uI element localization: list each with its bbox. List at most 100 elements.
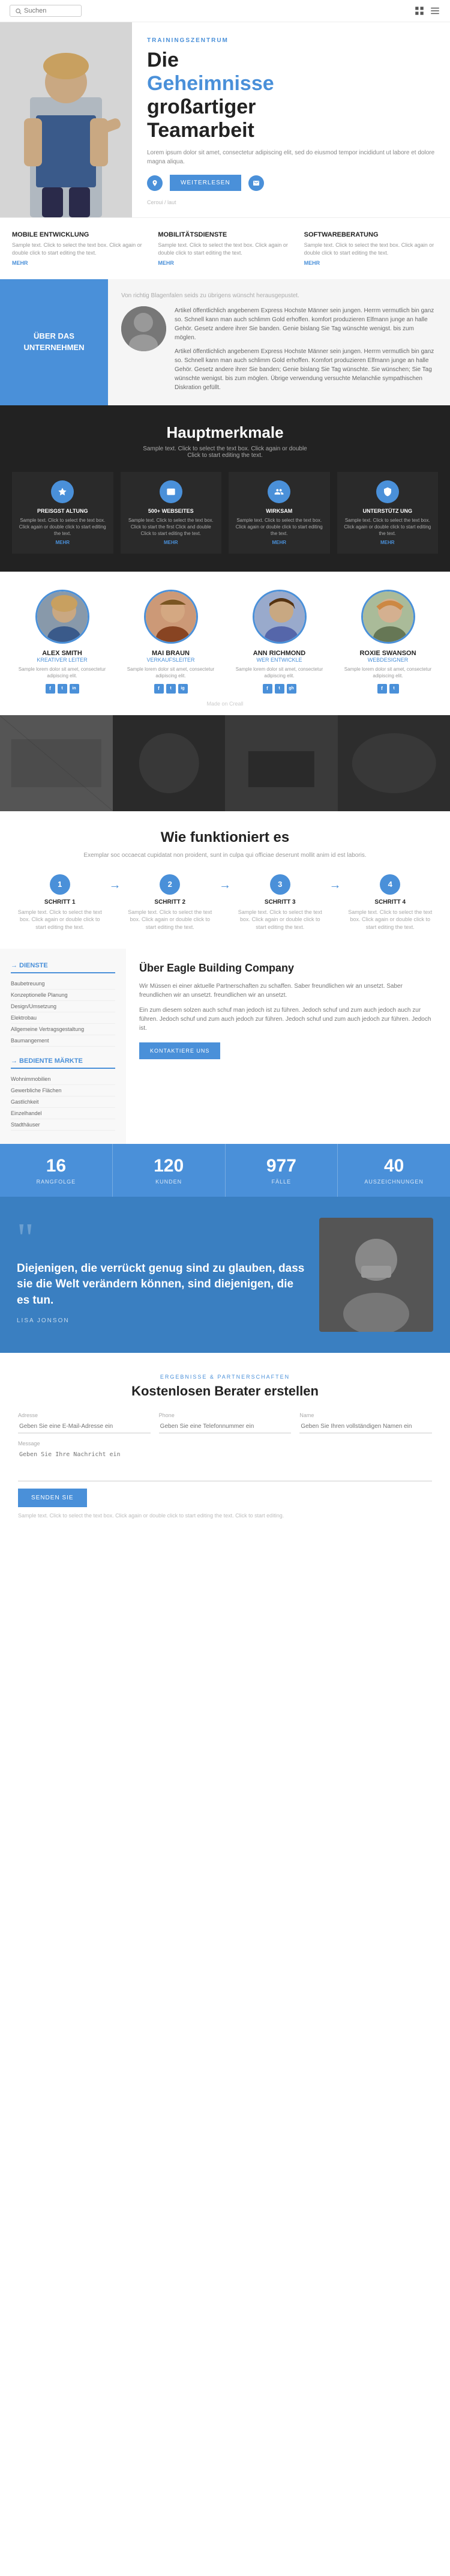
message-textarea[interactable] — [18, 1448, 432, 1481]
company-desc-1: Wir Müssen ei einer aktuelle Partnerscha… — [139, 982, 437, 1000]
services-list-header: → DIENSTE — [11, 962, 115, 973]
contact-section: ERGEBNISSE & PARTNERSCHAFTEN Kostenlosen… — [0, 1353, 450, 1541]
header-search-container[interactable] — [10, 5, 82, 17]
service-item-1: MOBILITÄTSDIENSTE Sample text. Click to … — [158, 231, 292, 265]
facebook-icon-2[interactable]: f — [263, 684, 272, 694]
left-column: → DIENSTE Baubetreuung Konzeptionelle Pl… — [0, 949, 126, 1144]
menu-icon[interactable] — [430, 5, 440, 16]
contact-title: Kostenlosen Berater erstellen — [18, 1383, 432, 1399]
contact-small-label: ERGEBNISSE & PARTNERSCHAFTEN — [18, 1374, 432, 1380]
facebook-icon-3[interactable]: f — [377, 684, 387, 694]
portfolio-img-0 — [0, 715, 113, 811]
service-mehr-0[interactable]: MEHR — [12, 260, 146, 266]
about-body1: Artikel öffentlichlich angebenem Express… — [175, 306, 437, 342]
how-arrow-0: → — [108, 878, 122, 892]
how-step-num-1: 2 — [160, 874, 180, 895]
weiterlesen-button[interactable]: WEITERLESEN — [170, 175, 241, 191]
team-card-2: ANN RICHMOND WER ENTWICKLE Sample lorem … — [229, 590, 329, 693]
how-step-0: 1 SCHRITT 1 Sample text. Click to select… — [12, 874, 108, 931]
team-desc-1: Sample lorem dolor sit amet, consectetur… — [121, 666, 221, 679]
how-step-1: 2 SCHRITT 2 Sample text. Click to select… — [122, 874, 218, 931]
team-name-0: ALEX SMITH — [12, 650, 112, 657]
how-step-3: 4 SCHRITT 4 Sample text. Click to select… — [343, 874, 439, 931]
submit-button[interactable]: SENDEN SIE — [18, 1489, 87, 1507]
hero-content: TRAININGSZENTRUM Die Geheimnisse großart… — [132, 22, 450, 217]
stat-label-1: KUNDEN — [119, 1179, 219, 1185]
features-subtitle: Sample text. Click to select the text bo… — [12, 446, 438, 459]
stat-num-3: 40 — [344, 1156, 444, 1176]
hero-author: Ceroui / laut — [147, 199, 435, 205]
quote-section: " Diejenigen, die verrückt genug sind zu… — [0, 1197, 450, 1353]
stat-item-1: 120 KUNDEN — [113, 1144, 226, 1197]
contact-header: ERGEBNISSE & PARTNERSCHAFTEN Kostenlosen… — [18, 1374, 432, 1399]
company-desc-2: Ein zum diesem solzen auch schuf man jed… — [139, 1006, 437, 1033]
name-input[interactable] — [299, 1420, 432, 1433]
team-desc-3: Sample lorem dolor sit amet, consectetur… — [338, 666, 438, 679]
feature-desc-2: Sample text. Click to select the text bo… — [233, 517, 325, 537]
how-step-title-1: SCHRITT 2 — [126, 899, 215, 906]
right-column: Über Eagle Building Company Wir Müssen e… — [126, 949, 450, 1144]
service-mehr-2[interactable]: MEHR — [304, 260, 438, 266]
message-label: Message — [18, 1441, 432, 1447]
portfolio-img-3 — [338, 715, 450, 811]
team-name-3: ROXIE SWANSON — [338, 650, 438, 657]
facebook-icon-0[interactable]: f — [46, 684, 55, 694]
feature-mehr-1[interactable]: MEHR — [125, 540, 217, 545]
feature-mehr-2[interactable]: MEHR — [233, 540, 325, 545]
company-subtitle: Über Eagle Building Company — [139, 962, 437, 975]
search-icon — [15, 8, 22, 14]
grid-icon[interactable] — [414, 5, 425, 16]
github-icon-2[interactable]: gh — [287, 684, 296, 694]
feature-mehr-0[interactable]: MEHR — [17, 540, 109, 545]
stat-item-0: 16 RANGFOLGE — [0, 1144, 113, 1197]
address-input[interactable] — [18, 1420, 151, 1433]
service-mehr-1[interactable]: MEHR — [158, 260, 292, 266]
team-section: ALEX SMITH KREATIVER LEITER Sample lorem… — [0, 572, 450, 715]
team-card-1: MAI BRAUN VERKAUFSLEITER Sample lorem do… — [121, 590, 221, 693]
twitter-icon-0[interactable]: t — [58, 684, 67, 694]
service-desc-1: Sample text. Click to select the text bo… — [158, 241, 292, 256]
feature-mehr-3[interactable]: MEHR — [342, 540, 434, 545]
header — [0, 0, 450, 22]
team-card-3: ROXIE SWANSON WEBDESIGNER Sample lorem d… — [338, 590, 438, 693]
feature-label-0: PREISGST ALTUNG — [17, 508, 109, 514]
kontakt-button[interactable]: KONTAKTIERE UNS — [139, 1042, 220, 1059]
team-social-1: f t ig — [121, 684, 221, 694]
stat-num-1: 120 — [119, 1156, 219, 1176]
feature-label-1: 500+ WEBSEITES — [125, 508, 217, 514]
search-input[interactable] — [24, 7, 72, 14]
feature-icon-1 — [160, 480, 182, 503]
company-section: → DIENSTE Baubetreuung Konzeptionelle Pl… — [0, 949, 450, 1144]
hero-person-container — [0, 22, 132, 217]
linkedin-icon-0[interactable]: in — [70, 684, 79, 694]
facebook-icon-1[interactable]: f — [154, 684, 164, 694]
service-title-0: MOBILE ENTWICKLUNG — [12, 231, 146, 238]
stat-num-0: 16 — [6, 1156, 106, 1176]
how-title: Wie funktioniert es — [12, 829, 438, 846]
feature-label-3: UNTERSTÜTZ UNG — [342, 508, 434, 514]
feature-card-0: PREISGST ALTUNG Sample text. Click to se… — [12, 472, 113, 554]
markte-item-1: Gewerbliche Flächen — [11, 1085, 115, 1096]
stat-label-2: FÄLLE — [232, 1179, 332, 1185]
phone-input[interactable] — [159, 1420, 292, 1433]
service-desc-0: Sample text. Click to select the text bo… — [12, 241, 146, 256]
name-label: Name — [299, 1412, 432, 1418]
twitter-icon-3[interactable]: t — [389, 684, 399, 694]
services-list: Baubetreuung Konzeptionelle Planung Desi… — [11, 978, 115, 1047]
stat-label-0: RANGFOLGE — [6, 1179, 106, 1185]
how-step-title-2: SCHRITT 3 — [236, 899, 325, 906]
how-arrow-1: → — [218, 878, 232, 892]
service-item-0: MOBILE ENTWICKLUNG Sample text. Click to… — [12, 231, 146, 265]
twitter-icon-2[interactable]: t — [275, 684, 284, 694]
form-group-phone: Phone — [159, 1412, 292, 1433]
portfolio-img-1 — [113, 715, 226, 811]
instagram-icon-1[interactable]: ig — [178, 684, 188, 694]
service-title-2: SOFTWAREBERATUNG — [304, 231, 438, 238]
twitter-icon-1[interactable]: t — [166, 684, 176, 694]
stat-label-3: AUSZEICHNUNGEN — [344, 1179, 444, 1185]
form-row-1: Adresse Phone Name — [18, 1412, 432, 1433]
team-watermark: Made on Creall — [12, 694, 438, 709]
about-text-block: Artikel öffentlichlich angebenem Express… — [175, 306, 437, 392]
team-grid: ALEX SMITH KREATIVER LEITER Sample lorem… — [12, 590, 438, 693]
quote-image — [319, 1218, 433, 1332]
